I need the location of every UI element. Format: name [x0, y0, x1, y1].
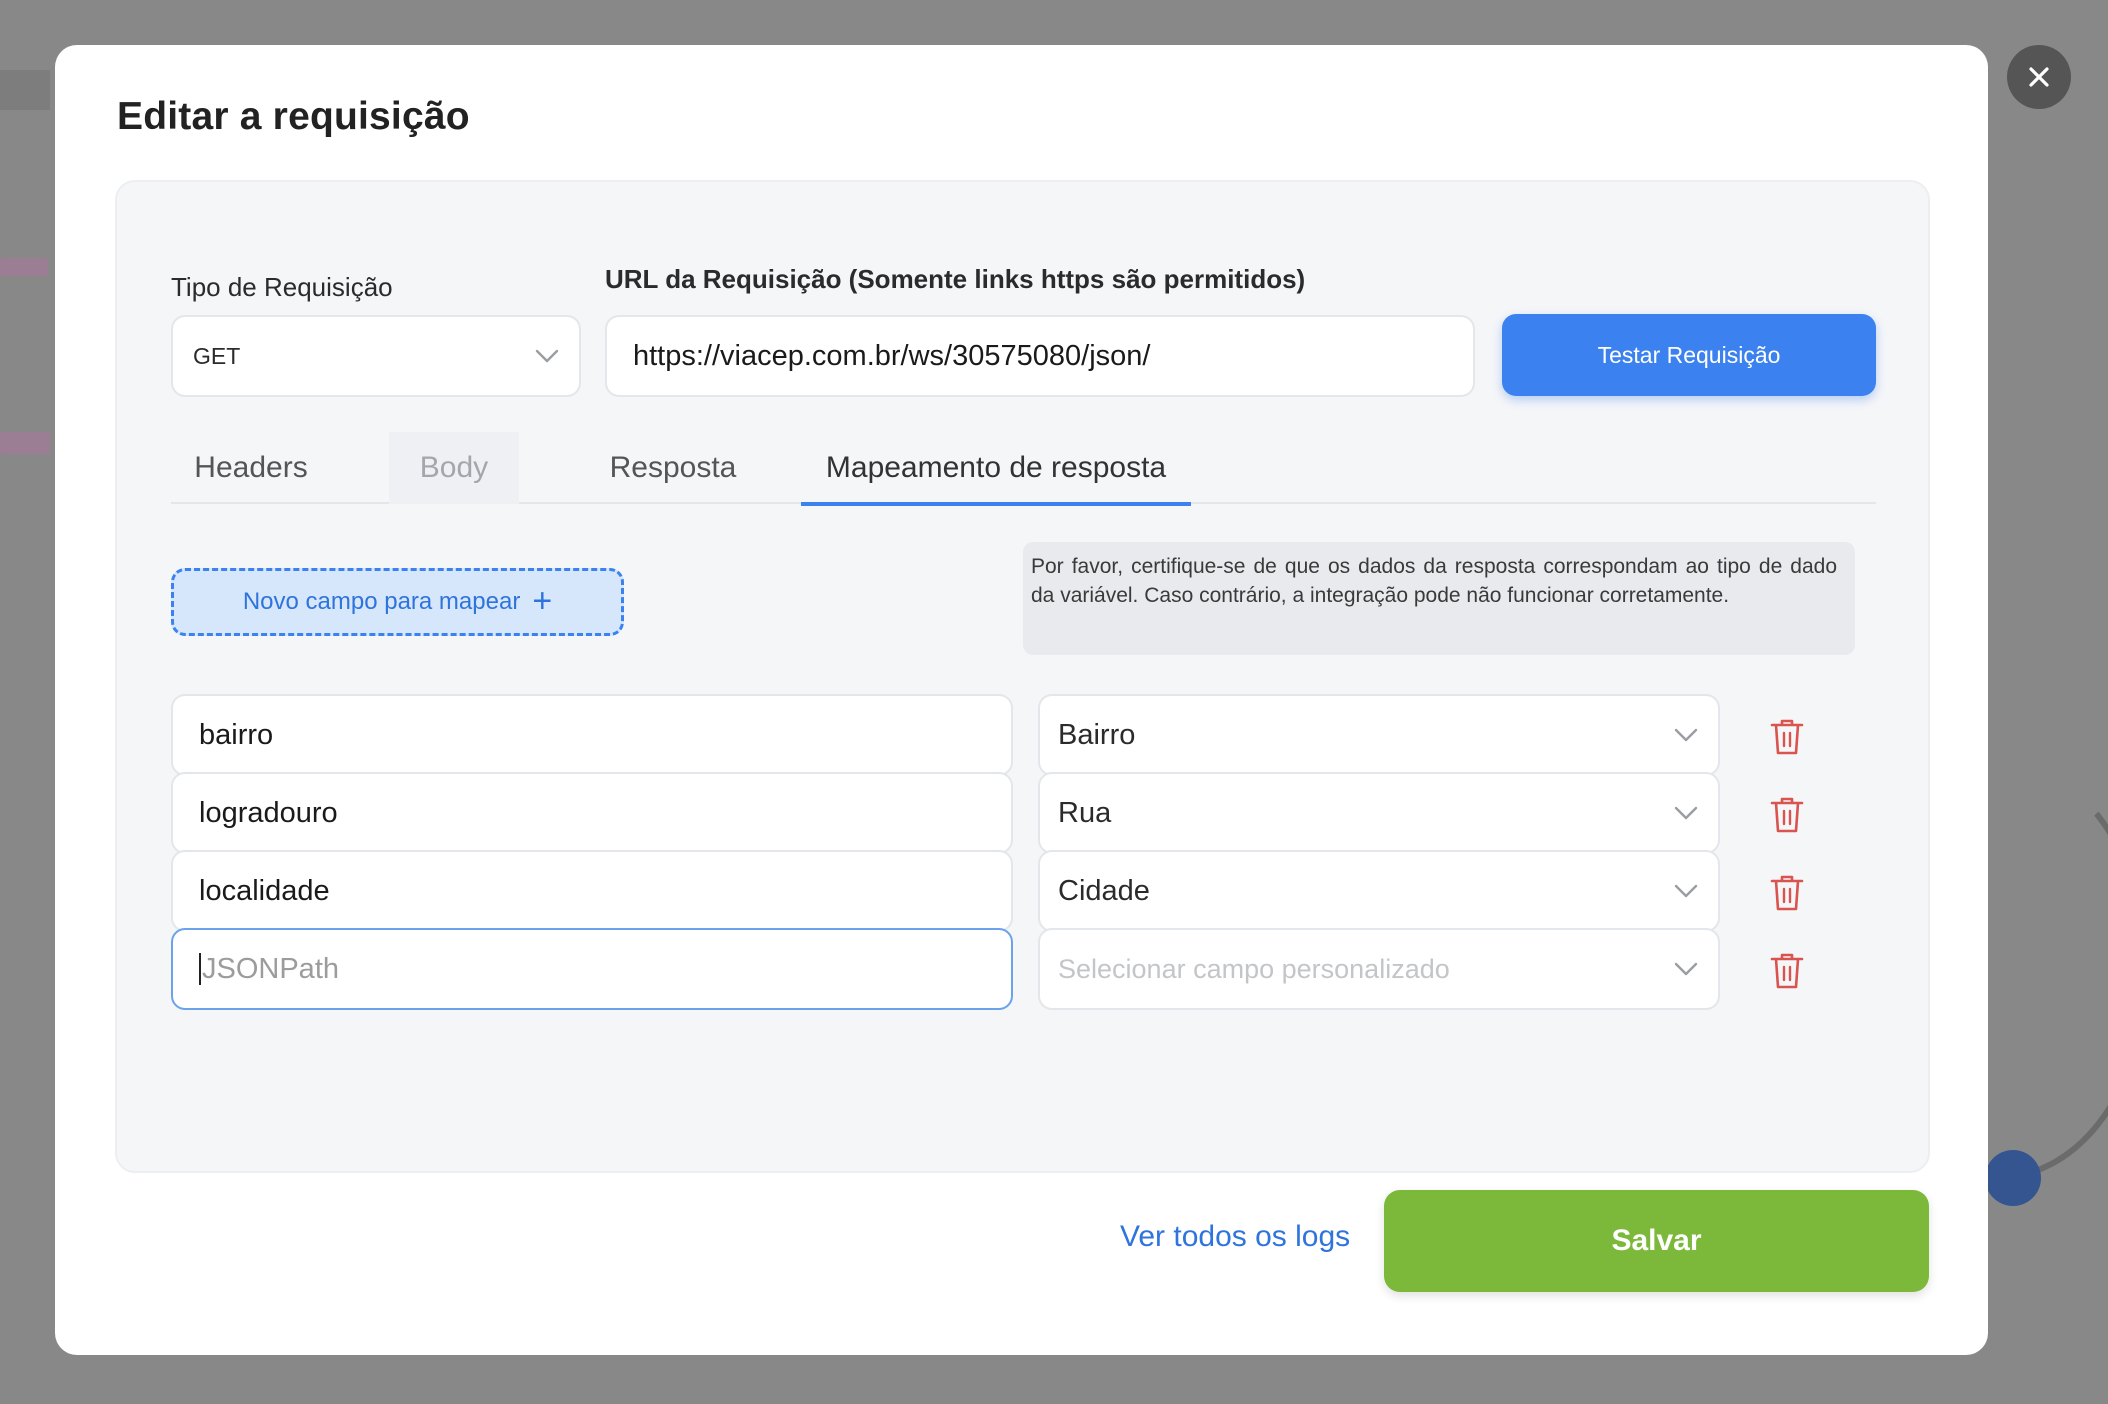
tab-body[interactable]: Body [389, 432, 519, 504]
mapping-row: localidade Cidade [171, 850, 1876, 932]
request-type-select[interactable]: GET [171, 315, 581, 397]
data-type-notice: Por favor, certifique-se de que os dados… [1023, 542, 1855, 655]
tab-resposta[interactable]: Resposta [583, 432, 763, 504]
delete-mapping-button[interactable] [1768, 872, 1806, 912]
delete-mapping-button[interactable] [1768, 794, 1806, 834]
background-fragment [0, 258, 48, 276]
tab-bar: Headers Body Resposta Mapeamento de resp… [171, 432, 1876, 506]
modal-title: Editar a requisição [117, 95, 470, 138]
chevron-down-icon [1674, 884, 1698, 898]
mapping-row: logradouro Rua [171, 772, 1876, 854]
view-all-logs-link[interactable]: Ver todos os logs [1120, 1220, 1350, 1254]
delete-mapping-button[interactable] [1768, 716, 1806, 756]
close-modal-button[interactable] [2007, 45, 2071, 109]
request-type-label: Tipo de Requisição [171, 272, 393, 302]
add-mapping-field-button[interactable]: Novo campo para mapear + [171, 568, 624, 636]
tab-headers[interactable]: Headers [171, 432, 331, 504]
mapping-row: JSONPath Selecionar campo personalizado [171, 928, 1876, 1010]
close-icon [2029, 67, 2049, 87]
trash-icon [1770, 953, 1804, 989]
json-path-input[interactable]: localidade [171, 850, 1013, 932]
json-path-input[interactable]: bairro [171, 694, 1013, 776]
chevron-down-icon [1674, 728, 1698, 742]
custom-field-placeholder: Selecionar campo personalizado [1058, 953, 1450, 984]
chevron-down-icon [535, 349, 559, 363]
custom-field-value: Bairro [1058, 718, 1136, 751]
custom-field-select[interactable]: Cidade [1038, 850, 1720, 932]
request-url-input[interactable]: https://viacep.com.br/ws/30575080/json/ [605, 315, 1475, 397]
json-path-input[interactable]: logradouro [171, 772, 1013, 854]
trash-icon [1770, 719, 1804, 755]
text-caret [199, 953, 201, 985]
request-url-label: URL da Requisição (Somente links https s… [605, 264, 1306, 294]
delete-mapping-button[interactable] [1768, 950, 1806, 990]
background-fragment [0, 70, 50, 110]
json-path-input[interactable]: JSONPath [171, 928, 1013, 1010]
request-url-value: https://viacep.com.br/ws/30575080/json/ [633, 339, 1151, 372]
request-type-value: GET [193, 342, 241, 369]
test-request-button[interactable]: Testar Requisição [1502, 314, 1876, 396]
edit-request-modal: Editar a requisição Tipo de Requisição U… [55, 45, 1988, 1355]
plus-icon: + [532, 581, 553, 620]
save-button[interactable]: Salvar [1384, 1190, 1929, 1292]
request-panel: Tipo de Requisição URL da Requisição (So… [115, 180, 1930, 1173]
background-fragment [0, 432, 50, 454]
json-path-placeholder: JSONPath [202, 952, 339, 985]
chevron-down-icon [1674, 806, 1698, 820]
custom-field-value: Cidade [1058, 874, 1150, 907]
custom-field-select[interactable]: Bairro [1038, 694, 1720, 776]
add-mapping-field-label: Novo campo para mapear [242, 588, 521, 615]
tab-mapeamento-de-resposta[interactable]: Mapeamento de resposta [801, 432, 1191, 506]
custom-field-select[interactable]: Selecionar campo personalizado [1038, 928, 1720, 1010]
json-path-value: bairro [199, 718, 274, 751]
json-path-value: logradouro [199, 796, 338, 829]
custom-field-value: Rua [1058, 796, 1112, 829]
background-fragment [1985, 1150, 2041, 1206]
custom-field-select[interactable]: Rua [1038, 772, 1720, 854]
trash-icon [1770, 797, 1804, 833]
mapping-row: bairro Bairro [171, 694, 1876, 776]
trash-icon [1770, 875, 1804, 911]
chevron-down-icon [1674, 962, 1698, 976]
json-path-value: localidade [199, 874, 330, 907]
